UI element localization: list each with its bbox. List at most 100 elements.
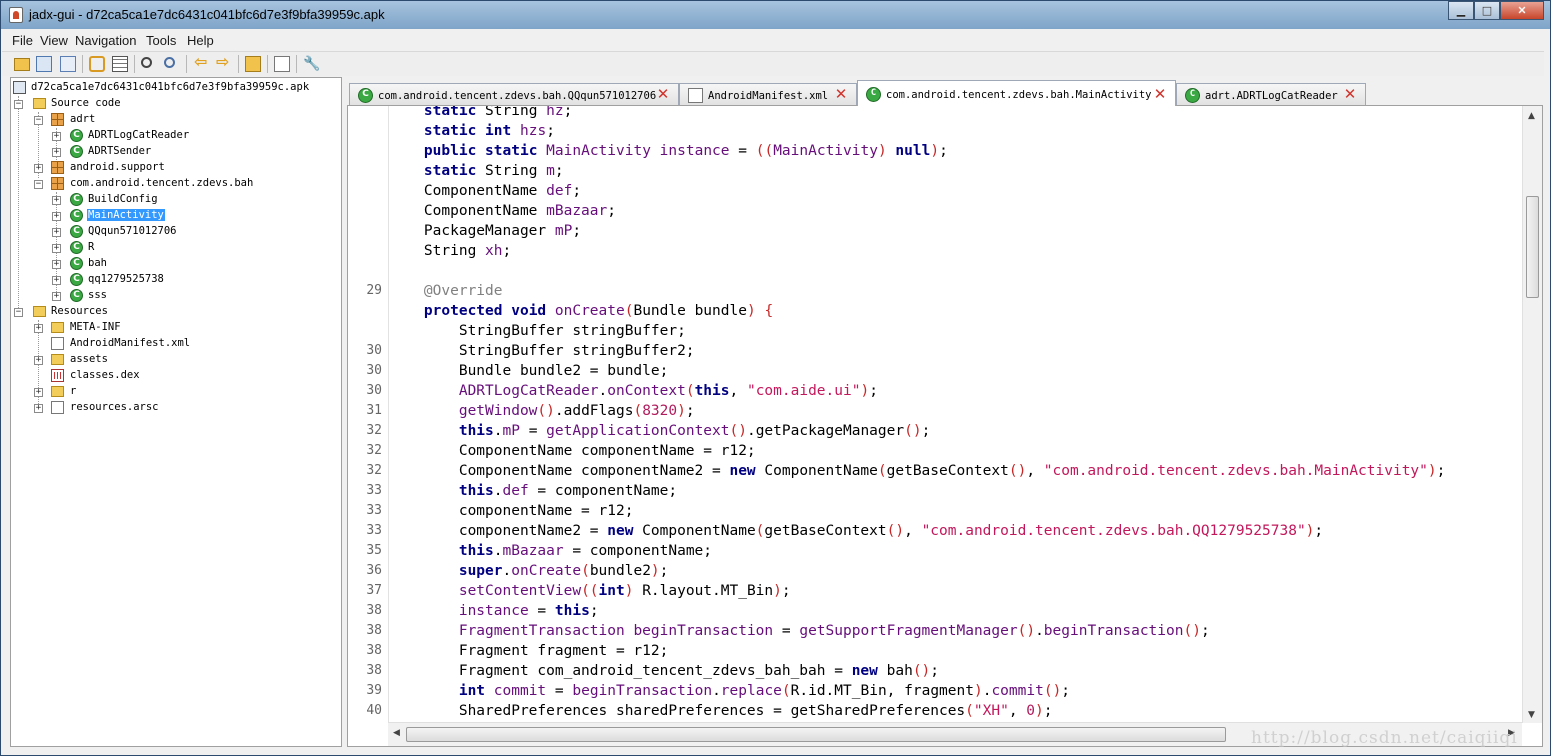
tree-item-class[interactable]: + C bah: [13, 256, 333, 272]
close-tab-icon[interactable]: ✕: [1343, 87, 1357, 102]
tab-adrtlogcatreader[interactable]: C adrt.ADRTLogCatReader ✕: [1176, 83, 1366, 105]
close-tab-icon[interactable]: ✕: [656, 87, 670, 102]
tree-item-class[interactable]: + C QQqun571012706: [13, 224, 333, 240]
tree-item-pkg-android-support[interactable]: + android.support: [13, 160, 333, 176]
expand-icon[interactable]: +: [34, 388, 43, 397]
project-tree[interactable]: d72ca5ca1e7dc6431c041bfc6d7e3f9bfa39959c…: [10, 77, 342, 747]
expand-icon[interactable]: +: [52, 260, 61, 269]
code-line[interactable]: Fragment com_android_tencent_zdevs_bah_b…: [389, 661, 1522, 681]
tree-item-meta-inf[interactable]: + META-INF: [13, 320, 333, 336]
tree-item-classes-dex[interactable]: classes.dex: [13, 368, 333, 384]
code-line[interactable]: ComponentName componentName = r12;: [389, 441, 1522, 461]
expand-icon[interactable]: +: [34, 404, 43, 413]
maximize-button[interactable]: □: [1474, 1, 1500, 20]
tree-item-class[interactable]: + C ADRTSender: [13, 144, 333, 160]
code-line[interactable]: @Override: [389, 281, 1522, 301]
collapse-icon[interactable]: −: [34, 180, 43, 189]
close-tab-icon[interactable]: ✕: [1153, 87, 1167, 102]
code-line[interactable]: componentName = r12;: [389, 501, 1522, 521]
menu-file[interactable]: File: [12, 33, 33, 48]
close-window-button[interactable]: ✕: [1500, 1, 1544, 20]
code-line[interactable]: int commit = beginTransaction.replace(R.…: [389, 681, 1522, 701]
code-line[interactable]: ComponentName def;: [389, 181, 1522, 201]
code-line[interactable]: [389, 261, 1522, 281]
code-line[interactable]: public static MainActivity instance = ((…: [389, 141, 1522, 161]
code-area[interactable]: static String hz; static int hzs; public…: [389, 106, 1522, 723]
collapse-icon[interactable]: −: [14, 100, 23, 109]
expand-icon[interactable]: +: [34, 356, 43, 365]
expand-icon[interactable]: +: [52, 228, 61, 237]
code-line[interactable]: this.def = componentName;: [389, 481, 1522, 501]
tree-item-class[interactable]: + C BuildConfig: [13, 192, 333, 208]
code-line[interactable]: setContentView((int) R.layout.MT_Bin);: [389, 581, 1522, 601]
code-line[interactable]: Bundle bundle2 = bundle;: [389, 361, 1522, 381]
code-line[interactable]: ComponentName mBazaar;: [389, 201, 1522, 221]
tree-item-apk[interactable]: d72ca5ca1e7dc6431c041bfc6d7e3f9bfa39959c…: [13, 80, 333, 96]
tree-item-assets[interactable]: + assets: [13, 352, 333, 368]
copy-icon[interactable]: [60, 56, 76, 72]
tree-item-class[interactable]: + C qq1279525738: [13, 272, 333, 288]
menu-navigation[interactable]: Navigation: [75, 33, 136, 48]
code-line[interactable]: ADRTLogCatReader.onContext(this, "com.ai…: [389, 381, 1522, 401]
code-line[interactable]: static int hzs;: [389, 121, 1522, 141]
expand-icon[interactable]: +: [52, 244, 61, 253]
tab-mainactivity[interactable]: C com.android.tencent.zdevs.bah.MainActi…: [857, 80, 1176, 106]
code-editor[interactable]: 29 30 30 30 31 32 32 32 33 33 33 35 36 37 38 38 38 38 39 40…: [347, 105, 1543, 747]
expand-icon[interactable]: +: [52, 292, 61, 301]
code-line[interactable]: protected void onCreate(Bundle bundle) {: [389, 301, 1522, 321]
code-line[interactable]: static String m;: [389, 161, 1522, 181]
flatten-packages-icon[interactable]: [112, 56, 128, 72]
code-line[interactable]: this.mP = getApplicationContext().getPac…: [389, 421, 1522, 441]
scroll-up-icon[interactable]: ▲: [1528, 111, 1535, 121]
code-line[interactable]: getWindow().addFlags(8320);: [389, 401, 1522, 421]
forward-icon[interactable]: ⇨: [216, 54, 232, 71]
tree-item-class[interactable]: + C sss: [13, 288, 333, 304]
deobfuscation-icon[interactable]: [245, 56, 261, 72]
tab-qqqun571012706[interactable]: C com.android.tencent.zdevs.bah.QQqun571…: [349, 83, 679, 105]
code-line[interactable]: String xh;: [389, 241, 1522, 261]
code-line[interactable]: ComponentName componentName2 = new Compo…: [389, 461, 1522, 481]
open-icon[interactable]: [14, 58, 30, 71]
horizontal-scroll-thumb[interactable]: [406, 727, 1226, 742]
expand-icon[interactable]: +: [52, 212, 61, 221]
code-line[interactable]: StringBuffer stringBuffer;: [389, 321, 1522, 341]
search-class-icon[interactable]: [164, 57, 175, 68]
collapse-icon[interactable]: −: [34, 116, 43, 125]
tree-item-source-code[interactable]: − Source code: [13, 96, 333, 112]
scroll-down-icon[interactable]: ▼: [1528, 710, 1535, 720]
tree-item-r[interactable]: + r: [13, 384, 333, 400]
code-line[interactable]: StringBuffer stringBuffer2;: [389, 341, 1522, 361]
close-tab-icon[interactable]: ✕: [834, 87, 848, 102]
tree-item-class-selected[interactable]: + C MainActivity: [13, 208, 333, 224]
tree-item-android-manifest[interactable]: AndroidManifest.xml: [13, 336, 333, 352]
vertical-scrollbar[interactable]: ▲ ▼: [1522, 106, 1542, 723]
expand-icon[interactable]: +: [52, 196, 61, 205]
code-line[interactable]: PackageManager mP;: [389, 221, 1522, 241]
expand-icon[interactable]: +: [52, 148, 61, 157]
expand-icon[interactable]: +: [52, 132, 61, 141]
code-line[interactable]: super.onCreate(bundle2);: [389, 561, 1522, 581]
tree-item-class[interactable]: + C ADRTLogCatReader: [13, 128, 333, 144]
search-text-icon[interactable]: [141, 57, 152, 68]
expand-icon[interactable]: +: [52, 276, 61, 285]
tree-item-pkg-adrt[interactable]: − adrt: [13, 112, 333, 128]
log-icon[interactable]: [274, 56, 290, 72]
code-line[interactable]: componentName2 = new ComponentName(getBa…: [389, 521, 1522, 541]
code-line[interactable]: static String hz;: [389, 106, 1522, 121]
tree-item-pkg-com[interactable]: − com.android.tencent.zdevs.bah: [13, 176, 333, 192]
menu-help[interactable]: Help: [187, 33, 214, 48]
expand-icon[interactable]: +: [34, 164, 43, 173]
code-line[interactable]: this.mBazaar = componentName;: [389, 541, 1522, 561]
code-line[interactable]: FragmentTransaction beginTransaction = g…: [389, 621, 1522, 641]
sync-icon[interactable]: [89, 56, 105, 72]
code-line[interactable]: instance = this;: [389, 601, 1522, 621]
menu-tools[interactable]: Tools: [146, 33, 176, 48]
tree-item-resources-arsc[interactable]: + resources.arsc: [13, 400, 333, 416]
expand-icon[interactable]: +: [34, 324, 43, 333]
tree-item-class[interactable]: + C R: [13, 240, 333, 256]
title-bar[interactable]: jadx-gui - d72ca5ca1e7dc6431c041bfc6d7e3…: [1, 1, 1550, 29]
code-line[interactable]: SharedPreferences sharedPreferences = ge…: [389, 701, 1522, 721]
save-all-icon[interactable]: [36, 56, 52, 72]
scroll-left-icon[interactable]: ◀: [393, 728, 400, 738]
collapse-icon[interactable]: −: [14, 308, 23, 317]
